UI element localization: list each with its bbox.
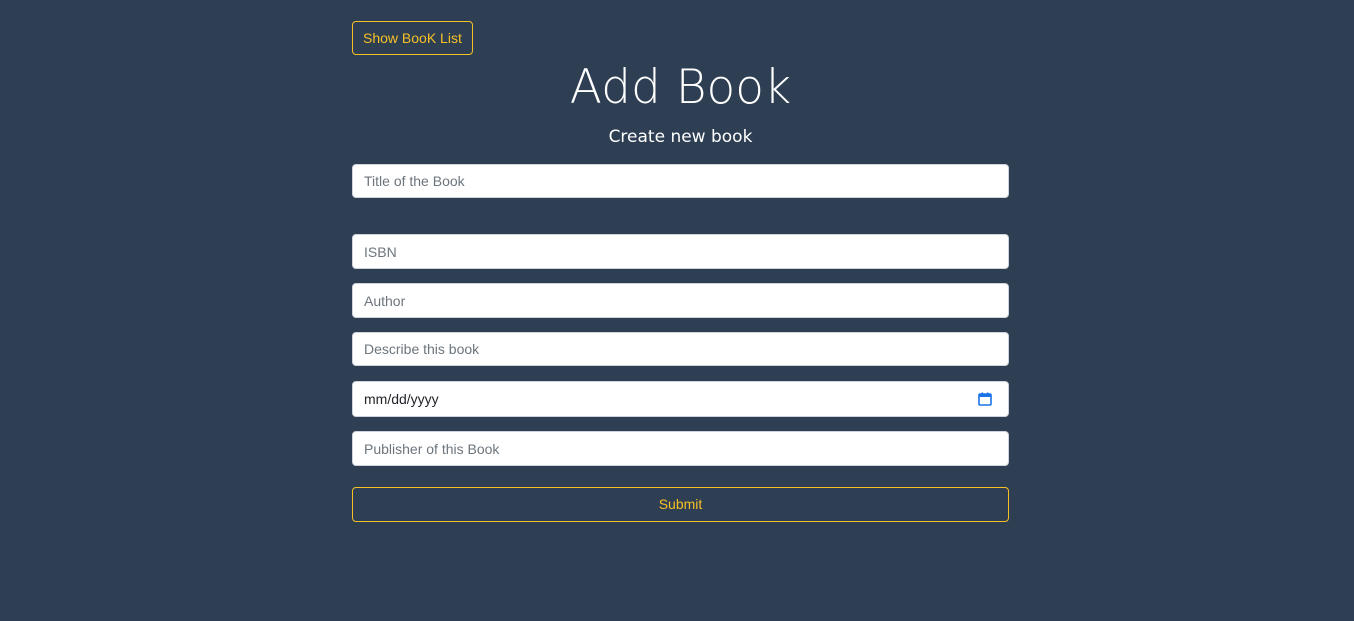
- description-input[interactable]: [352, 332, 1009, 366]
- page-subtitle: Create new book: [608, 127, 753, 147]
- date-placeholder-text: mm/dd/yyyy: [364, 391, 439, 407]
- isbn-input[interactable]: [352, 234, 1009, 269]
- submit-button[interactable]: Submit: [352, 487, 1009, 522]
- published-date-input[interactable]: mm/dd/yyyy: [352, 381, 1009, 417]
- book-title-input[interactable]: [352, 164, 1009, 198]
- show-book-list-button[interactable]: Show BooK List: [352, 21, 473, 55]
- publisher-input[interactable]: [352, 431, 1009, 466]
- calendar-icon[interactable]: [978, 392, 992, 406]
- author-input[interactable]: [352, 283, 1009, 318]
- page-title: Add Book: [569, 60, 792, 115]
